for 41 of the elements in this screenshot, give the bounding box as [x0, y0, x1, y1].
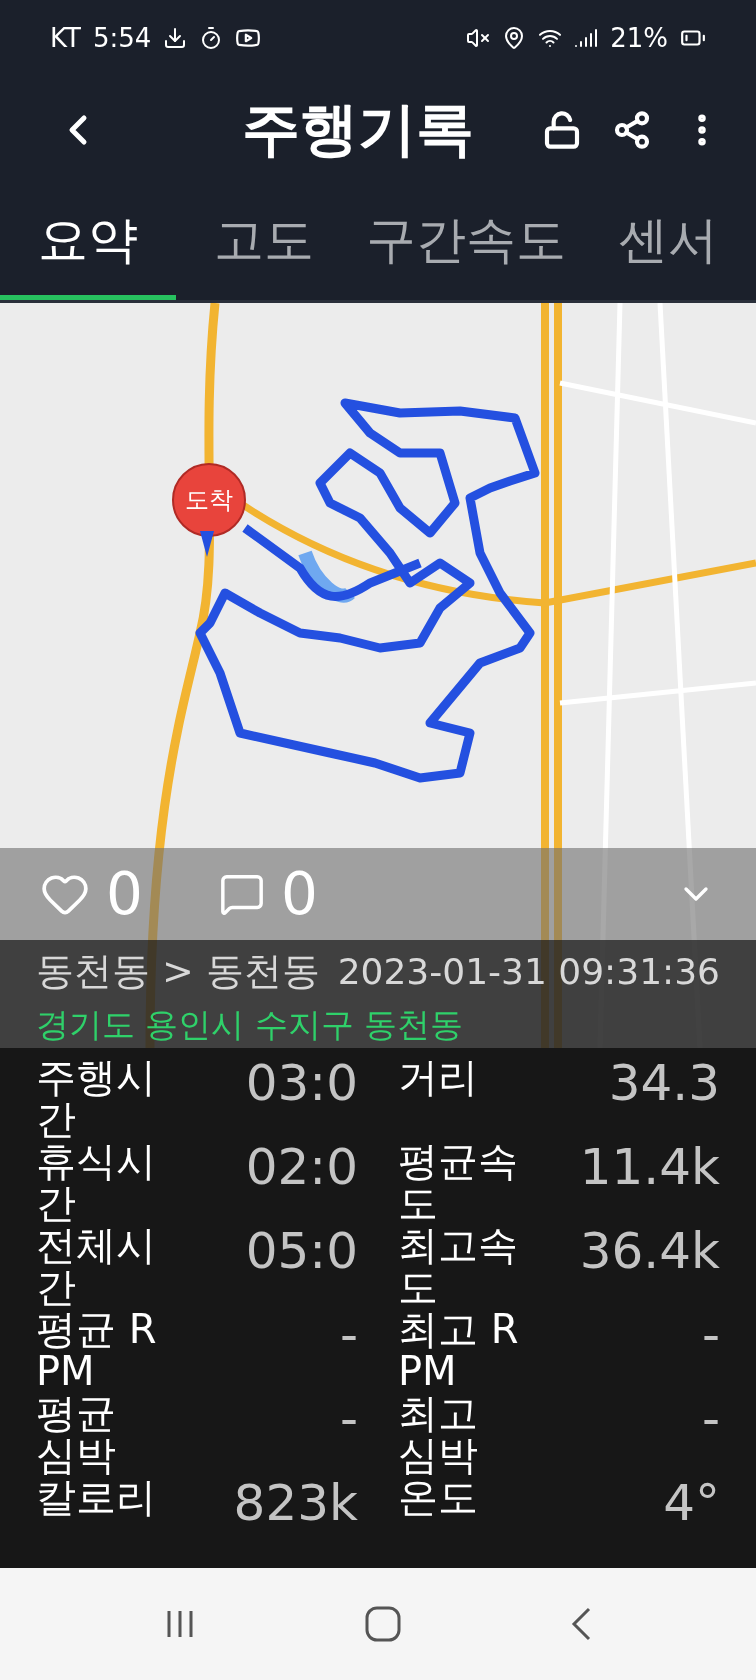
stat-label: 칼로리 — [36, 1476, 157, 1518]
stat-value: - — [338, 1308, 358, 1363]
stat-label: 최고 심박 — [398, 1392, 479, 1476]
route-title: 동천동 > 동천동 — [36, 948, 320, 995]
unlock-icon[interactable] — [542, 110, 582, 150]
stat-value: 11.4k — [578, 1140, 720, 1195]
comment-count: 0 — [280, 860, 318, 928]
stat-value: 05:0 — [244, 1224, 358, 1279]
carrier-name: KT — [50, 22, 81, 53]
stat-label: 평균 RPM — [36, 1308, 158, 1392]
page-title: 주행기록 — [241, 94, 475, 165]
clock-time: 5:54 — [92, 22, 152, 53]
share-icon[interactable] — [612, 110, 652, 150]
stat-label: 전체시간 — [36, 1224, 157, 1308]
like-count: 0 — [106, 860, 143, 928]
battery-percent: 21% — [610, 22, 668, 53]
stat-value: - — [700, 1392, 720, 1447]
stat-value: 34.3 — [607, 1056, 720, 1111]
stat-value: 823k — [232, 1476, 358, 1531]
ride-datetime: 2023-01-31 09:31:36 — [337, 951, 720, 992]
stat-value: 03:0 — [244, 1056, 358, 1111]
stat-value: 02:0 — [244, 1140, 358, 1195]
stat-label: 평균속도 — [398, 1140, 519, 1224]
tab[interactable]: 구간속도 — [352, 185, 580, 300]
tab[interactable]: 센서 — [580, 185, 756, 300]
pin-tail-icon — [200, 531, 214, 557]
stat-label: 최고속도 — [398, 1224, 519, 1308]
stat-label: 평균 심박 — [36, 1392, 117, 1476]
stat-label: 거리 — [398, 1056, 479, 1098]
stat-label: 휴식시간 — [36, 1140, 157, 1224]
stat-value: - — [700, 1308, 720, 1363]
stat-label: 주행시간 — [36, 1056, 157, 1140]
download-icon — [163, 25, 188, 50]
stat-value: 4° — [662, 1476, 720, 1531]
stat-value: 36.4k — [578, 1224, 720, 1279]
stat-value: - — [338, 1392, 358, 1447]
home-icon[interactable] — [364, 1605, 402, 1643]
stat-label: 온도 — [398, 1476, 479, 1518]
tab[interactable]: 고도 — [176, 185, 352, 300]
stat-label: 최고 RPM — [398, 1308, 520, 1392]
address-text: 경기도 용인시 수지구 동천동 — [36, 1004, 465, 1046]
